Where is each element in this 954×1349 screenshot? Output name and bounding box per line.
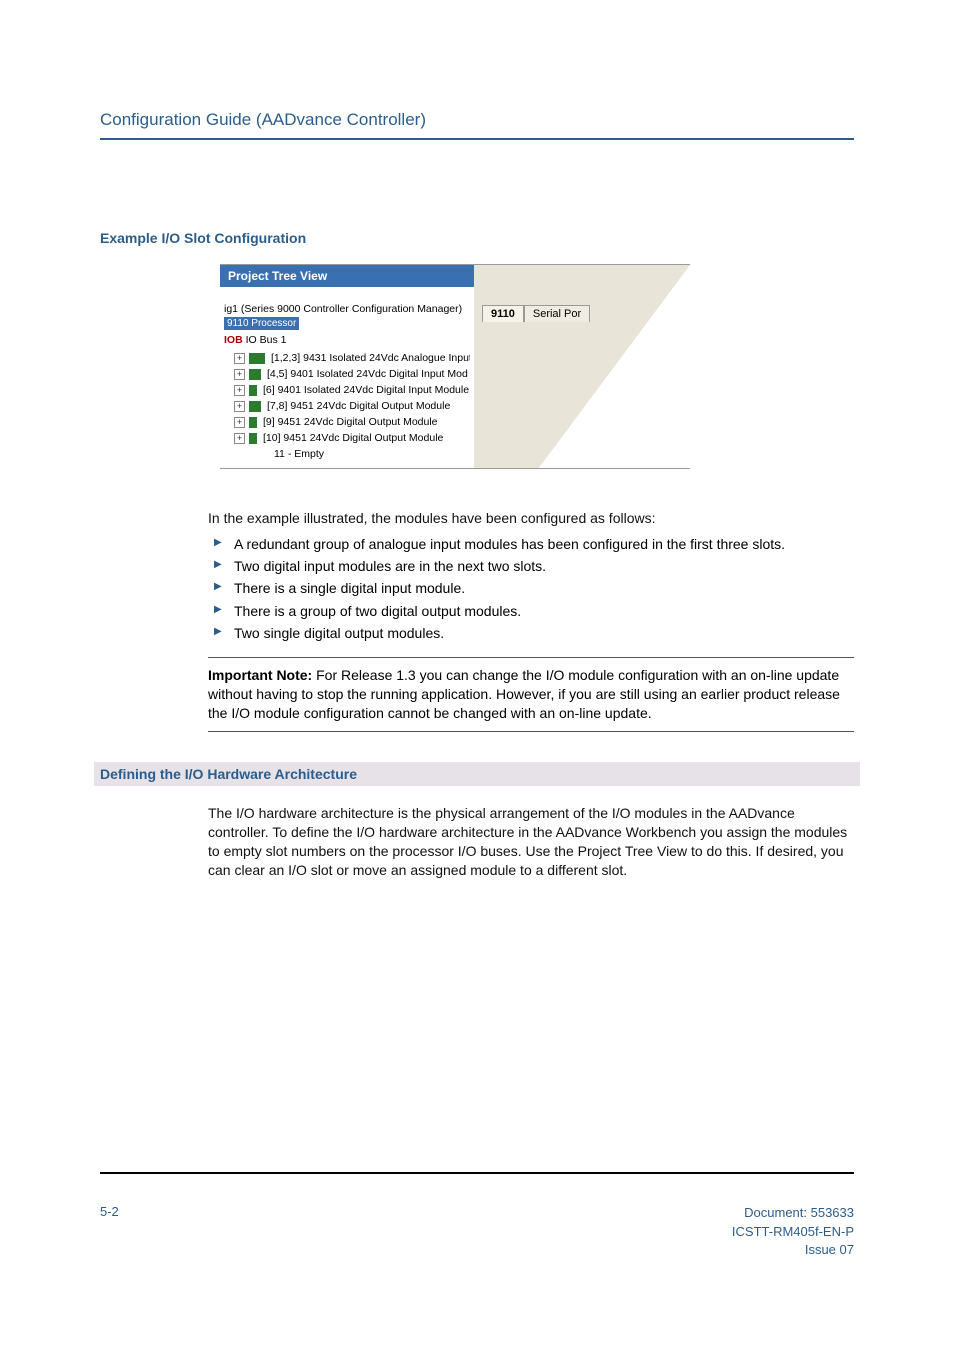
footer-issue: Issue 07 <box>732 1241 854 1259</box>
section-heading-defining: Defining the I/O Hardware Architecture <box>94 762 860 786</box>
list-item: Two digital input modules are in the nex… <box>208 556 854 576</box>
list-item: Two single digital output modules. <box>208 623 854 643</box>
tree-empty-slot[interactable]: 11 - Empty <box>224 448 470 460</box>
expand-icon[interactable]: + <box>234 353 245 364</box>
footer-doc: Document: 553633 <box>732 1204 854 1222</box>
screenshot-figure: Project Tree View ig1 (Series 9000 Contr… <box>220 264 690 469</box>
expand-icon[interactable]: + <box>234 433 245 444</box>
tree-title-bar: Project Tree View <box>220 265 474 287</box>
module-icon <box>249 433 257 444</box>
note-rule-bottom <box>208 731 854 732</box>
module-icon <box>249 385 257 396</box>
tab-area: 9110 Serial Por <box>474 265 690 468</box>
section-heading-example: Example I/O Slot Configuration <box>100 230 854 246</box>
tree-item[interactable]: + [1,2,3] 9431 Isolated 24Vdc Analogue I… <box>224 350 470 366</box>
tree-item[interactable]: + [6] 9401 Isolated 24Vdc Digital Input … <box>224 382 470 398</box>
module-icon <box>249 401 261 412</box>
expand-icon[interactable]: + <box>234 385 245 396</box>
expand-icon[interactable]: + <box>234 417 245 428</box>
note-rule-top <box>208 657 854 658</box>
module-icon <box>249 353 265 364</box>
tree-item[interactable]: + [10] 9451 24Vdc Digital Output Module <box>224 430 470 446</box>
page-footer: 5-2 Document: 553633 ICSTT-RM405f-EN-P I… <box>100 1204 854 1259</box>
page-header-title: Configuration Guide (AADvance Controller… <box>100 110 854 130</box>
tree-root-node[interactable]: ig1 (Series 9000 Controller Configuratio… <box>224 303 470 315</box>
tree-item-label: [1,2,3] 9431 Isolated 24Vdc Analogue Inp… <box>271 352 470 364</box>
header-rule <box>100 138 854 140</box>
tree-item-label: [4,5] 9401 Isolated 24Vdc Digital Input … <box>267 368 468 380</box>
tree-item[interactable]: + [7,8] 9451 24Vdc Digital Output Module <box>224 398 470 414</box>
expand-icon[interactable]: + <box>234 369 245 380</box>
module-icon <box>249 369 261 380</box>
tree-processor-node[interactable]: 9110 Processor <box>224 317 299 330</box>
tree-item-label: [9] 9451 24Vdc Digital Output Module <box>263 416 438 428</box>
intro-paragraph: In the example illustrated, the modules … <box>208 509 854 528</box>
bullet-list: A redundant group of analogue input modu… <box>208 534 854 643</box>
project-tree-panel: Project Tree View ig1 (Series 9000 Contr… <box>220 265 474 468</box>
footer-rule <box>100 1172 854 1174</box>
iob-label: IO Bus 1 <box>246 334 287 346</box>
tree-item-label: [7,8] 9451 24Vdc Digital Output Module <box>267 400 450 412</box>
note-label: Important Note: <box>208 667 312 683</box>
tree-item[interactable]: + [9] 9451 24Vdc Digital Output Module <box>224 414 470 430</box>
tree-item[interactable]: + [4,5] 9401 Isolated 24Vdc Digital Inpu… <box>224 366 470 382</box>
list-item: There is a group of two digital output m… <box>208 601 854 621</box>
important-note: Important Note: For Release 1.3 you can … <box>208 666 854 723</box>
tree-iob-node[interactable]: IOB IO Bus 1 <box>224 334 470 346</box>
expand-icon[interactable]: + <box>234 401 245 412</box>
page-number: 5-2 <box>100 1204 119 1219</box>
tree-item-label: [6] 9401 Isolated 24Vdc Digital Input Mo… <box>263 384 469 396</box>
defining-paragraph: The I/O hardware architecture is the phy… <box>208 804 854 880</box>
cutaway-wedge <box>480 265 690 468</box>
tree-item-label: [10] 9451 24Vdc Digital Output Module <box>263 432 443 444</box>
module-icon <box>249 417 257 428</box>
list-item: There is a single digital input module. <box>208 578 854 598</box>
footer-code: ICSTT-RM405f-EN-P <box>732 1223 854 1241</box>
list-item: A redundant group of analogue input modu… <box>208 534 854 554</box>
iob-prefix: IOB <box>224 334 243 346</box>
